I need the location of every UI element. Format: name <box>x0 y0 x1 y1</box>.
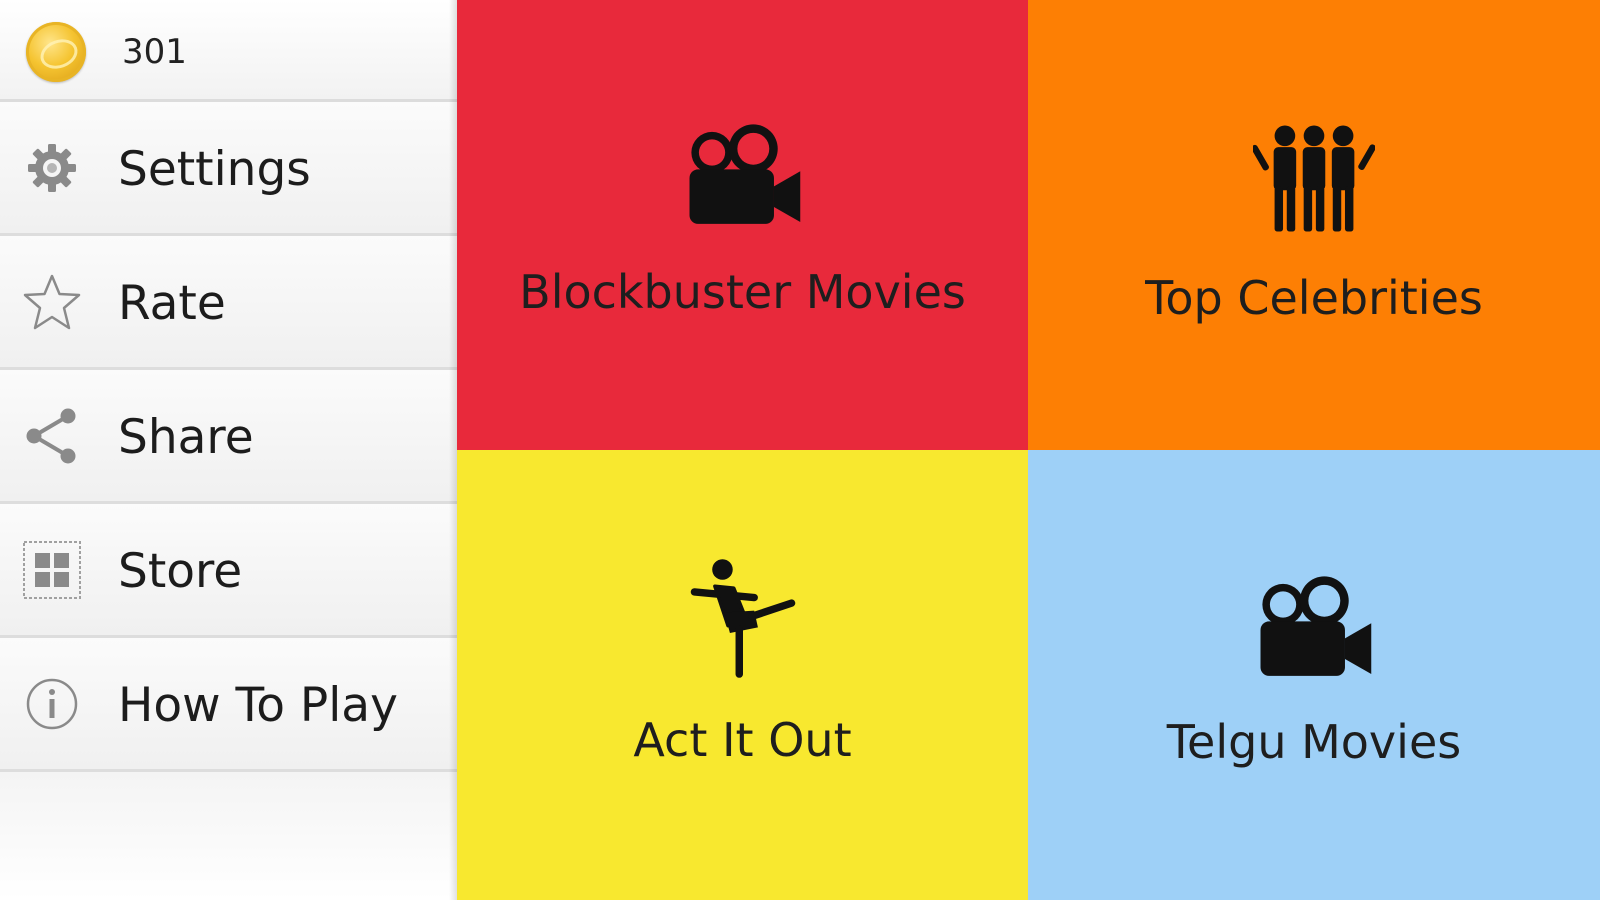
tile-top-celebrities[interactable]: Top Celebrities <box>1028 0 1600 450</box>
tile-act-it-out[interactable]: Act It Out <box>457 450 1028 900</box>
share-icon <box>26 408 76 464</box>
menu-item-settings[interactable]: Settings <box>0 102 457 236</box>
menu-item-how-to-play[interactable]: How To Play <box>0 638 457 772</box>
tile-telgu-movies[interactable]: Telgu Movies <box>1028 450 1600 900</box>
coin-balance-row: 301 <box>0 0 457 102</box>
menu-item-rate[interactable]: Rate <box>0 236 457 370</box>
kicking-person-icon <box>690 559 795 678</box>
menu-item-label: Share <box>118 410 254 465</box>
navigation-drawer: 301 Settings Rate Share Store How To Pla… <box>0 0 457 900</box>
menu-item-label: Store <box>118 544 243 599</box>
grid-icon <box>23 541 81 599</box>
movie-camera-icon <box>1260 576 1372 676</box>
tile-label: Act It Out <box>633 713 852 767</box>
app-root: 301 Settings Rate Share Store How To Pla… <box>0 0 1600 900</box>
tile-blockbuster-movies[interactable]: Blockbuster Movies <box>457 0 1028 450</box>
movie-camera-icon <box>689 124 800 224</box>
coin-count: 301 <box>122 32 187 72</box>
tile-label: Blockbuster Movies <box>519 265 966 319</box>
info-icon <box>26 678 78 730</box>
menu-item-share[interactable]: Share <box>0 370 457 504</box>
gear-icon <box>28 144 76 192</box>
star-icon <box>23 274 81 330</box>
drawer-empty-area <box>0 772 457 900</box>
coin-icon <box>26 22 86 82</box>
drawer-edge-shadow <box>449 0 457 900</box>
group-people-icon <box>1253 125 1375 232</box>
tile-label: Telgu Movies <box>1166 715 1462 769</box>
menu-item-label: How To Play <box>118 678 398 733</box>
menu-item-label: Settings <box>118 142 311 197</box>
menu-item-label: Rate <box>118 276 226 331</box>
menu-item-store[interactable]: Store <box>0 504 457 638</box>
tile-label: Top Celebrities <box>1145 271 1483 325</box>
